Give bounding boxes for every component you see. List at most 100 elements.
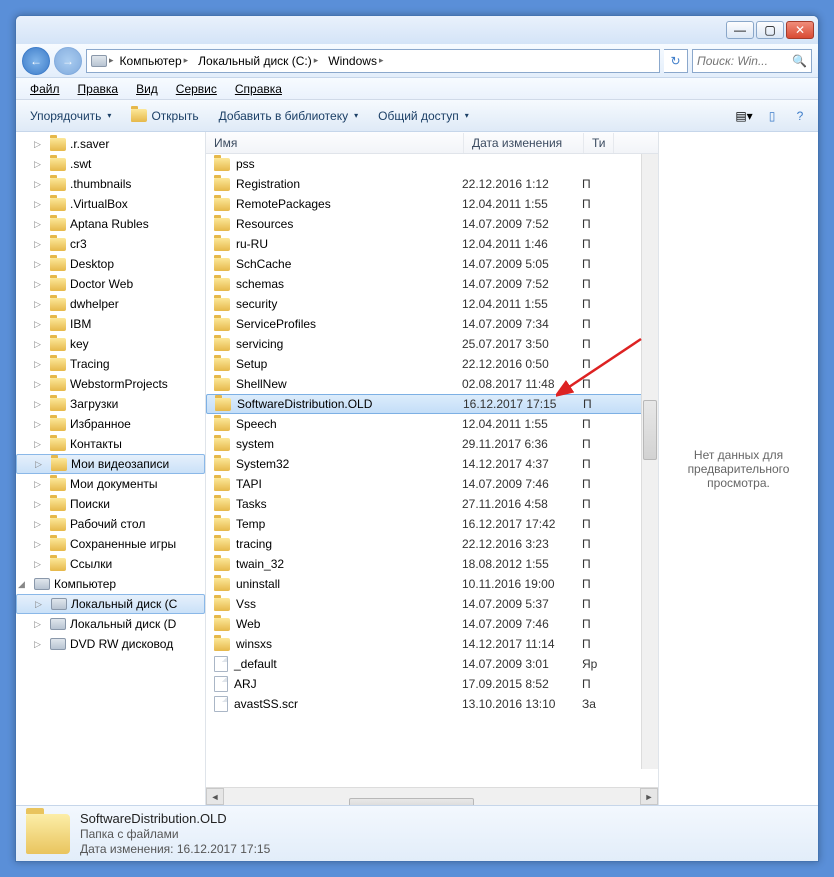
breadcrumb-drive[interactable]: Локальный диск (C:)▸ — [194, 52, 322, 70]
table-row[interactable]: avastSS.scr13.10.2016 13:10За — [206, 694, 658, 714]
table-row[interactable]: schemas14.07.2009 7:52П — [206, 274, 658, 294]
sidebar-computer[interactable]: ◢Компьютер — [16, 574, 205, 594]
expand-icon[interactable]: ▷ — [34, 339, 44, 350]
table-row[interactable]: tracing22.12.2016 3:23П — [206, 534, 658, 554]
sidebar-item[interactable]: ▷Сохраненные игры — [16, 534, 205, 554]
table-row[interactable]: System3214.12.2017 4:37П — [206, 454, 658, 474]
sidebar-item[interactable]: ▷Aptana Rubles — [16, 214, 205, 234]
menu-file[interactable]: Файл — [22, 80, 68, 98]
column-date[interactable]: Дата изменения — [464, 133, 584, 153]
view-mode-button[interactable]: ▤▾ — [732, 104, 756, 128]
expand-icon[interactable]: ▷ — [34, 519, 44, 530]
expand-icon[interactable]: ▷ — [34, 419, 44, 430]
table-row[interactable]: Setup22.12.2016 0:50П — [206, 354, 658, 374]
expand-icon[interactable]: ▷ — [35, 599, 45, 610]
sidebar-item[interactable]: ▷Избранное — [16, 414, 205, 434]
table-row[interactable]: Speech12.04.2011 1:55П — [206, 414, 658, 434]
horizontal-scrollbar[interactable]: ◄ ► — [206, 787, 658, 805]
expand-icon[interactable]: ▷ — [35, 459, 45, 470]
expand-icon[interactable]: ▷ — [34, 619, 44, 630]
menu-edit[interactable]: Правка — [70, 80, 127, 98]
sidebar-item[interactable]: ▷.thumbnails — [16, 174, 205, 194]
table-row[interactable]: uninstall10.11.2016 19:00П — [206, 574, 658, 594]
sidebar-item[interactable]: ▷Загрузки — [16, 394, 205, 414]
expand-icon[interactable]: ▷ — [34, 259, 44, 270]
file-list[interactable]: pssRegistration22.12.2016 1:12ПRemotePac… — [206, 154, 658, 787]
table-row[interactable]: ServiceProfiles14.07.2009 7:34П — [206, 314, 658, 334]
sidebar-item[interactable]: ▷Мои документы — [16, 474, 205, 494]
column-type[interactable]: Ти — [584, 133, 614, 153]
sidebar-item[interactable]: ▷Контакты — [16, 434, 205, 454]
scroll-left-button[interactable]: ◄ — [206, 788, 224, 805]
maximize-button[interactable]: ▢ — [756, 21, 784, 39]
forward-button[interactable]: → — [54, 47, 82, 75]
vertical-scrollbar[interactable] — [641, 154, 658, 769]
back-button[interactable]: ← — [22, 47, 50, 75]
expand-icon[interactable]: ▷ — [34, 559, 44, 570]
sidebar-item[interactable]: ▷Doctor Web — [16, 274, 205, 294]
breadcrumb-windows[interactable]: Windows▸ — [324, 52, 387, 70]
table-row[interactable]: Web14.07.2009 7:46П — [206, 614, 658, 634]
sidebar-item[interactable]: ▷IBM — [16, 314, 205, 334]
sidebar-item[interactable]: ▷dwhelper — [16, 294, 205, 314]
help-button[interactable]: ? — [788, 104, 812, 128]
table-row[interactable]: winsxs14.12.2017 11:14П — [206, 634, 658, 654]
menu-view[interactable]: Вид — [128, 80, 166, 98]
table-row[interactable]: pss — [206, 154, 658, 174]
menu-help[interactable]: Справка — [227, 80, 290, 98]
share-button[interactable]: Общий доступ — [370, 105, 477, 127]
expand-icon[interactable]: ▷ — [34, 639, 44, 650]
expand-icon[interactable]: ▷ — [34, 439, 44, 450]
expand-icon[interactable]: ▷ — [34, 539, 44, 550]
table-row[interactable]: Resources14.07.2009 7:52П — [206, 214, 658, 234]
scroll-right-button[interactable]: ► — [640, 788, 658, 805]
table-row[interactable]: ru-RU12.04.2011 1:46П — [206, 234, 658, 254]
sidebar-item[interactable]: ▷Desktop — [16, 254, 205, 274]
sidebar-item[interactable]: ▷Мои видеозаписи — [16, 454, 205, 474]
expand-icon[interactable]: ▷ — [34, 179, 44, 190]
table-row[interactable]: ARJ17.09.2015 8:52П — [206, 674, 658, 694]
scrollbar-thumb[interactable] — [349, 798, 474, 806]
add-to-library-button[interactable]: Добавить в библиотеку — [211, 105, 367, 127]
expand-icon[interactable]: ▷ — [34, 219, 44, 230]
organize-button[interactable]: Упорядочить — [22, 105, 119, 127]
sidebar-item[interactable]: ▷.VirtualBox — [16, 194, 205, 214]
close-button[interactable]: ✕ — [786, 21, 814, 39]
sidebar-drive[interactable]: ▷Локальный диск (D — [16, 614, 205, 634]
table-row[interactable]: SchCache14.07.2009 5:05П — [206, 254, 658, 274]
table-row[interactable]: TAPI14.07.2009 7:46П — [206, 474, 658, 494]
preview-pane-button[interactable]: ▯ — [760, 104, 784, 128]
expand-icon[interactable]: ▷ — [34, 359, 44, 370]
expand-icon[interactable]: ▷ — [34, 499, 44, 510]
sidebar-item[interactable]: ▷key — [16, 334, 205, 354]
table-row[interactable]: Registration22.12.2016 1:12П — [206, 174, 658, 194]
expand-icon[interactable]: ▷ — [34, 279, 44, 290]
menu-tools[interactable]: Сервис — [168, 80, 225, 98]
expand-icon[interactable]: ▷ — [34, 159, 44, 170]
table-row[interactable]: Temp16.12.2017 17:42П — [206, 514, 658, 534]
search-box[interactable]: 🔍 — [692, 49, 812, 73]
expand-icon[interactable]: ▷ — [34, 199, 44, 210]
sidebar-drive[interactable]: ▷DVD RW дисковод — [16, 634, 205, 654]
refresh-button[interactable]: ↻ — [664, 49, 688, 73]
column-name[interactable]: Имя — [206, 133, 464, 153]
sidebar-item[interactable]: ▷Ссылки — [16, 554, 205, 574]
table-row[interactable]: Tasks27.11.2016 4:58П — [206, 494, 658, 514]
open-button[interactable]: Открыть — [123, 105, 206, 127]
scrollbar-thumb[interactable] — [643, 400, 657, 460]
table-row[interactable]: Vss14.07.2009 5:37П — [206, 594, 658, 614]
minimize-button[interactable]: — — [726, 21, 754, 39]
sidebar-drive[interactable]: ▷Локальный диск (C — [16, 594, 205, 614]
table-row[interactable]: servicing25.07.2017 3:50П — [206, 334, 658, 354]
expand-icon[interactable]: ▷ — [34, 239, 44, 250]
search-input[interactable] — [697, 54, 792, 68]
table-row[interactable]: twain_3218.08.2012 1:55П — [206, 554, 658, 574]
table-row[interactable]: _default14.07.2009 3:01Яр — [206, 654, 658, 674]
sidebar-item[interactable]: ▷Поиски — [16, 494, 205, 514]
collapse-icon[interactable]: ◢ — [18, 579, 28, 590]
table-row[interactable]: system29.11.2017 6:36П — [206, 434, 658, 454]
sidebar-item[interactable]: ▷Рабочий стол — [16, 514, 205, 534]
expand-icon[interactable]: ▷ — [34, 479, 44, 490]
address-bar[interactable]: ▸ Компьютер▸ Локальный диск (C:)▸ Window… — [86, 49, 660, 73]
expand-icon[interactable]: ▷ — [34, 139, 44, 150]
